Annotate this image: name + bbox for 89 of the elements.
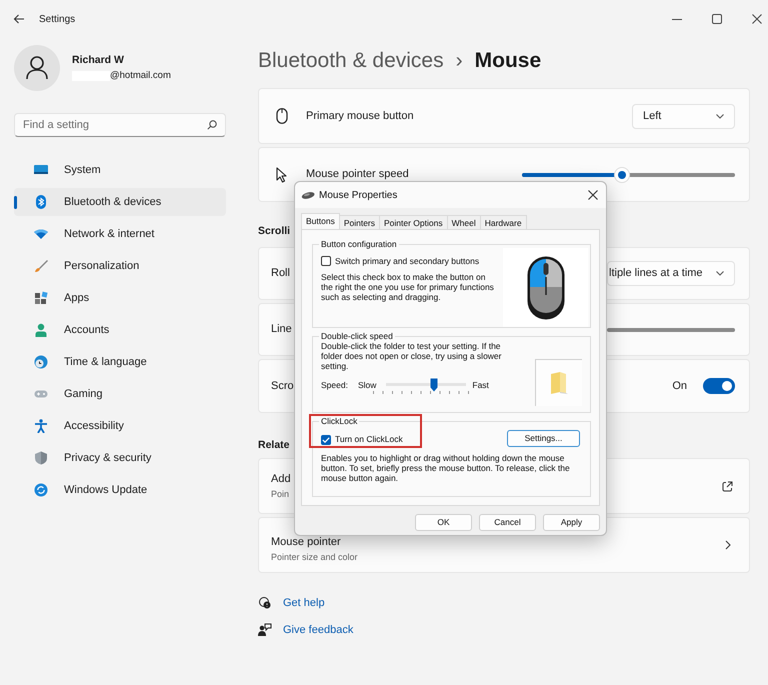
group-label: Double-click speed <box>319 331 395 342</box>
user-name: Richard W <box>72 53 125 68</box>
slider-max-label: Fast <box>472 378 489 392</box>
help-icon <box>258 596 272 610</box>
pointer-icon <box>276 166 288 182</box>
chevron-down-icon <box>716 271 724 276</box>
section-heading: Relate <box>258 438 290 453</box>
tab[interactable]: Buttons <box>301 213 340 229</box>
sidebar-item[interactable]: Apps <box>14 284 226 312</box>
card-title: Add <box>271 472 291 487</box>
slider-min-label: Slow <box>358 378 376 392</box>
folder-icon <box>549 371 569 395</box>
breadcrumb-separator: › <box>456 48 463 74</box>
sidebar-item[interactable]: Privacy & security <box>14 444 226 472</box>
toggle-switch[interactable] <box>703 378 735 394</box>
sidebar-item[interactable]: Time & language <box>14 348 226 376</box>
window-title: Settings <box>39 12 76 26</box>
person-icon <box>34 323 48 337</box>
description-text: Enables you to highlight or drag without holding down the mouse button. To set, briefly press the mouse button. To release, click the mouse button again. <box>321 453 571 483</box>
person-icon <box>26 56 48 80</box>
dialog-title: Mouse Properties <box>319 188 398 202</box>
breadcrumb-link[interactable]: Bluetooth & devices <box>258 45 444 77</box>
sync-icon <box>34 483 48 497</box>
slider-thumb[interactable] <box>430 378 438 392</box>
dialog-button[interactable]: Apply <box>543 514 600 531</box>
search-field[interactable]: Find a setting <box>23 116 207 134</box>
search-icon <box>207 120 217 130</box>
accessibility-icon <box>34 419 48 433</box>
card-title: Mouse pointer <box>271 535 342 550</box>
user-email: @hotmail.com <box>110 68 171 83</box>
card-title: Mouse pointer speed <box>306 167 409 182</box>
shield-icon <box>34 451 48 465</box>
description-text: Select this check box to make the button on the right the one you use for primary functions such as selecting and dragging. <box>321 272 495 302</box>
card-title: Roll <box>271 266 290 282</box>
checkbox[interactable] <box>321 256 331 266</box>
clock-icon <box>34 355 48 369</box>
chevron-down-icon <box>716 114 724 118</box>
search-box[interactable]: Find a setting <box>14 113 226 137</box>
close-icon[interactable] <box>752 14 762 24</box>
maximize-icon[interactable] <box>712 14 722 24</box>
tab[interactable]: Pointer Options <box>379 215 448 229</box>
external-link-icon[interactable] <box>722 480 733 492</box>
tab[interactable]: Hardware <box>480 215 527 229</box>
bluetooth-icon <box>34 195 48 209</box>
dropdown[interactable]: Left <box>632 104 735 128</box>
card-title: Line <box>271 322 292 338</box>
page-title: Mouse <box>474 48 542 74</box>
checkbox-label: Switch primary and secondary buttons <box>335 255 480 268</box>
dropdown[interactable]: ltiple lines at a time <box>607 261 735 286</box>
group-label: ClickLock <box>319 416 360 427</box>
sidebar-item[interactable]: Bluetooth & devices <box>14 188 226 216</box>
section-heading: Scrolli <box>258 224 290 239</box>
check-icon <box>322 436 330 442</box>
speed-label: Speed: <box>321 378 348 392</box>
sidebar-item[interactable]: Accessibility <box>14 412 226 440</box>
settings-button[interactable]: Settings... <box>507 430 580 447</box>
card-subtitle: Pointer size and color <box>271 550 358 564</box>
monitor-icon <box>34 163 48 177</box>
feedback-icon <box>258 623 272 637</box>
help-link[interactable]: Give feedback <box>283 622 354 638</box>
back-icon[interactable] <box>13 14 25 24</box>
tab[interactable]: Pointers <box>338 215 380 229</box>
apps-icon <box>34 291 48 305</box>
slider-thumb[interactable] <box>615 168 630 182</box>
card-title: Primary mouse button <box>306 108 414 124</box>
wifi-icon <box>34 227 48 241</box>
dialog-button[interactable]: OK <box>415 514 472 531</box>
chevron-right-icon[interactable] <box>725 540 731 550</box>
checkbox-label: Turn on ClickLock <box>335 433 403 446</box>
brush-icon <box>34 259 48 273</box>
help-link[interactable]: Get help <box>283 594 325 612</box>
card-title: Scro <box>271 378 294 394</box>
sidebar-item[interactable]: Accounts <box>14 316 226 344</box>
speed-slider[interactable] <box>386 378 466 392</box>
checkbox[interactable] <box>321 434 331 444</box>
close-icon[interactable] <box>588 190 598 200</box>
description-text: Double-click the folder to test your setting. If the folder does not open or close, try using a slower setting. <box>321 341 502 371</box>
sidebar-item[interactable]: Personalization <box>14 252 226 280</box>
tab[interactable]: Wheel <box>446 215 481 229</box>
mouse-icon <box>301 191 315 199</box>
toggle-label: On <box>672 378 687 394</box>
sidebar-item[interactable]: Windows Update <box>14 476 226 504</box>
sidebar-item[interactable]: Network & internet <box>14 220 226 248</box>
card-subtitle: Poin <box>271 488 290 500</box>
mouse-icon <box>276 108 288 124</box>
group-label: Button configuration <box>319 239 399 250</box>
dialog-button[interactable]: Cancel <box>479 514 536 531</box>
sidebar-item[interactable]: Gaming <box>14 380 226 408</box>
sidebar-item[interactable]: System <box>14 156 226 184</box>
